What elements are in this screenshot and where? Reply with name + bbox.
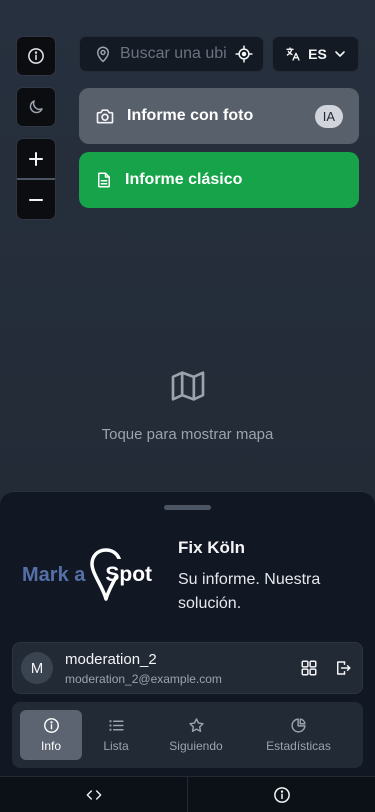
show-map-text: Toque para mostrar mapa: [101, 426, 274, 443]
bottom-sheet: Mark a Spot Fix Köln Su informe. Nuestra…: [0, 491, 375, 812]
avatar: M: [21, 652, 53, 684]
translate-icon: [286, 47, 300, 61]
tab-list[interactable]: Lista: [82, 710, 150, 760]
info-button[interactable]: [16, 36, 56, 76]
plus-icon: [29, 151, 43, 166]
document-icon: [98, 172, 110, 188]
brand-logo-text: Mark a: [22, 563, 86, 586]
chevron-down-icon: [335, 51, 345, 57]
logout-icon[interactable]: [334, 659, 352, 677]
tab-label: Info: [40, 739, 61, 753]
user-email: moderation_2@example.com: [65, 671, 222, 686]
tab-info[interactable]: Info: [20, 710, 82, 760]
show-map-prompt[interactable]: Toque para mostrar mapa: [0, 366, 375, 443]
tab-statistics[interactable]: Estadísticas: [242, 710, 355, 760]
map-pin-icon: [97, 46, 109, 63]
list-icon: [108, 720, 124, 731]
embed-code-button[interactable]: [0, 777, 187, 812]
brand-logo-spot: Spot: [105, 563, 153, 586]
dashboard-icon[interactable]: [300, 659, 318, 677]
drag-handle[interactable]: [164, 505, 211, 510]
photo-report-label: Informe con foto: [127, 107, 254, 124]
photo-report-button[interactable]: Informe con foto IA: [79, 88, 359, 144]
pie-chart-icon: [291, 718, 306, 733]
zoom-out-button[interactable]: [17, 180, 55, 219]
info-icon: [43, 718, 59, 733]
info-icon: [28, 48, 44, 64]
moon-icon: [29, 100, 43, 114]
info-icon: [273, 786, 290, 803]
location-search: [79, 36, 264, 72]
locate-me-icon[interactable]: [235, 45, 253, 63]
tab-label: Estadísticas: [266, 739, 331, 753]
user-card: M moderation_2 moderation_2@example.com: [12, 642, 363, 694]
tab-bar: Info Lista Siguiendo Estadísticas: [12, 702, 363, 768]
user-name: moderation_2: [65, 650, 157, 668]
language-select[interactable]: ES: [272, 36, 359, 72]
map-icon: [171, 371, 204, 401]
tab-label: Lista: [103, 739, 129, 753]
camera-icon: [96, 109, 114, 124]
dark-mode-toggle[interactable]: [16, 87, 56, 127]
ai-badge: IA: [314, 104, 343, 128]
about-button[interactable]: [187, 777, 375, 812]
bottom-bar: [0, 776, 375, 812]
search-input[interactable]: [120, 45, 227, 63]
code-icon: [86, 789, 101, 800]
app-title: Fix Köln: [178, 538, 246, 557]
star-icon: [188, 718, 204, 733]
classic-report-label: Informe clásico: [125, 171, 243, 188]
map-area[interactable]: ES Informe con foto IA Informe clásico T…: [0, 0, 375, 495]
language-code: ES: [308, 46, 327, 62]
classic-report-button[interactable]: Informe clásico: [79, 152, 359, 208]
brand-logo: Mark a Spot: [22, 545, 152, 605]
tab-label: Siguiendo: [169, 739, 223, 753]
app-slogan: Su informe. Nuestra solución.: [178, 571, 321, 612]
minus-icon: [29, 198, 43, 201]
tab-following[interactable]: Siguiendo: [150, 710, 242, 760]
zoom-control: [16, 138, 56, 220]
zoom-in-button[interactable]: [17, 139, 55, 178]
